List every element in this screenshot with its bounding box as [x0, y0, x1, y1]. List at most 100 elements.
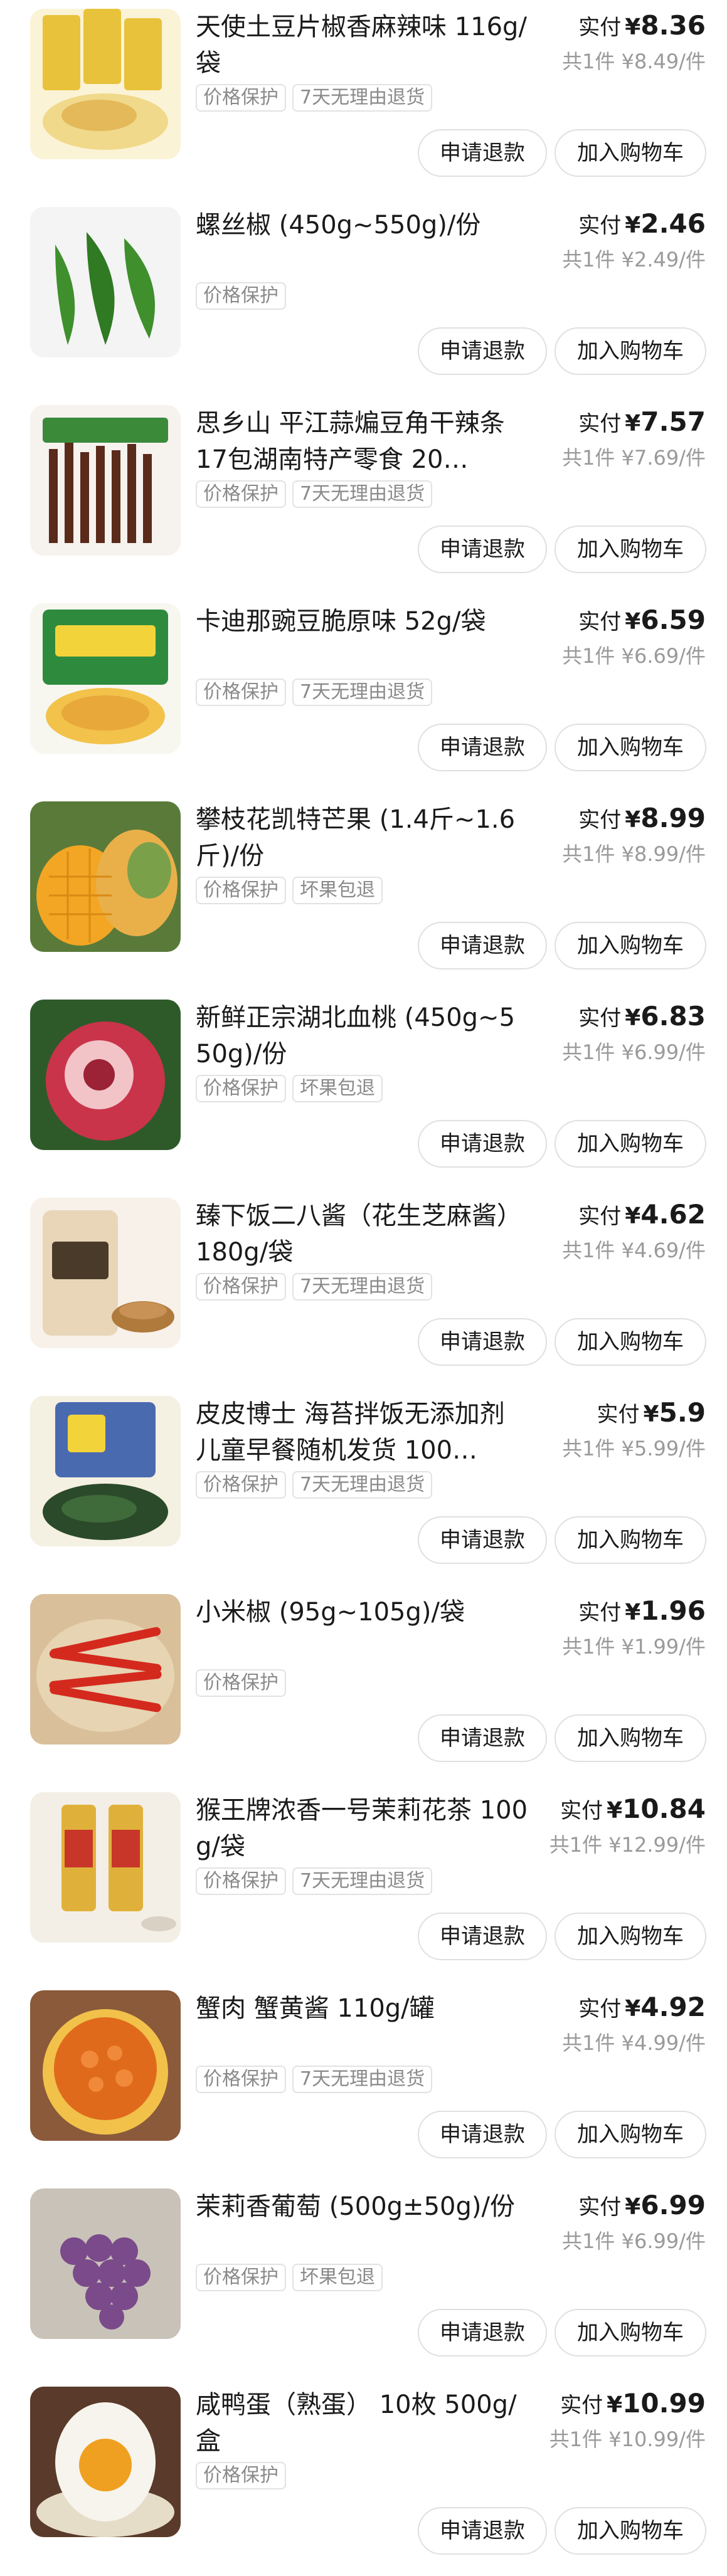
- product-title[interactable]: 咸鸭蛋（熟蛋） 10枚 500g/盒: [196, 2387, 528, 2459]
- apply-refund-button[interactable]: 申请退款: [418, 1714, 547, 1762]
- currency-symbol: ¥: [625, 1005, 641, 1031]
- order-item[interactable]: 螺丝椒 (450g~550g)/份 价格保护 实付 ¥2.46 共1件 ¥2.49…: [0, 198, 727, 396]
- add-to-cart-button[interactable]: 加入购物车: [555, 1516, 706, 1564]
- apply-refund-button[interactable]: 申请退款: [418, 525, 547, 573]
- product-title[interactable]: 皮皮博士 海苔拌饭无添加剂儿童早餐随机发货 100…: [196, 1396, 528, 1469]
- product-title[interactable]: 卡迪那豌豆脆原味 52g/袋: [196, 603, 528, 640]
- grapes-icon[interactable]: [30, 2188, 181, 2339]
- currency-symbol: ¥: [625, 411, 641, 436]
- product-title[interactable]: 小米椒 (95g~105g)/袋: [196, 1594, 528, 1630]
- order-item[interactable]: 皮皮博士 海苔拌饭无添加剂儿童早餐随机发货 100… 价格保护 7天无理由退货 实…: [0, 1387, 727, 1585]
- seaweed-icon[interactable]: [30, 1396, 181, 1546]
- order-item[interactable]: 小米椒 (95g~105g)/袋 价格保护 实付 ¥1.96 共1件 ¥1.99/…: [0, 1585, 727, 1783]
- actual-paid: 实付 ¥7.57: [562, 404, 706, 442]
- order-item[interactable]: 卡迪那豌豆脆原味 52g/袋 价格保护 7天无理由退货 实付 ¥6.59 共1件 ¥…: [0, 594, 727, 793]
- currency-symbol: ¥: [643, 1401, 659, 1427]
- apply-refund-button[interactable]: 申请退款: [418, 129, 547, 177]
- currency-symbol: ¥: [625, 213, 641, 238]
- green-pepper-icon[interactable]: [30, 207, 181, 357]
- apply-refund-button[interactable]: 申请退款: [418, 2111, 547, 2158]
- price-box: 实付 ¥8.36 共1件 ¥8.49/件: [562, 8, 706, 77]
- order-item[interactable]: 蟹肉 蟹黄酱 110g/罐 价格保护 7天无理由退货 实付 ¥4.92 共1件 ¥4…: [0, 1982, 727, 2180]
- price-box: 实付 ¥6.59 共1件 ¥6.69/件: [562, 602, 706, 672]
- service-tag: 价格保护: [196, 2066, 286, 2093]
- salted-egg-icon[interactable]: [30, 2387, 181, 2537]
- add-to-cart-button[interactable]: 加入购物车: [555, 2309, 706, 2357]
- add-to-cart-button[interactable]: 加入购物车: [555, 525, 706, 573]
- order-item[interactable]: 咸鸭蛋（熟蛋） 10枚 500g/盒 价格保护 实付 ¥10.99 共1件 ¥10…: [0, 2378, 727, 2576]
- actual-paid: 实付 ¥2.46: [562, 206, 706, 244]
- crab-sauce-icon[interactable]: [30, 1990, 181, 2141]
- jasmine-tea-icon[interactable]: [30, 1792, 181, 1943]
- add-to-cart-button[interactable]: 加入购物车: [555, 1120, 706, 1168]
- order-item[interactable]: 思乡山 平江蒜煸豆角干辣条 17包湖南特产零食 20… 价格保护 7天无理由退货 …: [0, 396, 727, 594]
- service-tags: 价格保护 坏果包退: [196, 877, 383, 904]
- actual-paid: 实付 ¥10.84: [549, 1791, 706, 1829]
- product-title[interactable]: 天使土豆片椒香麻辣味 116g/袋: [196, 9, 528, 82]
- apply-refund-button[interactable]: 申请退款: [418, 327, 547, 375]
- service-tag: 坏果包退: [292, 1075, 383, 1102]
- quantity-unit-price: 共1件 ¥10.99/件: [549, 2427, 706, 2451]
- add-to-cart-button[interactable]: 加入购物车: [555, 1318, 706, 1366]
- actual-paid: 实付 ¥6.99: [562, 2187, 706, 2225]
- product-title[interactable]: 茉莉香葡萄 (500g±50g)/份: [196, 2188, 528, 2225]
- price-box: 实付 ¥6.83 共1件 ¥6.99/件: [562, 998, 706, 1068]
- actual-paid-label: 实付: [578, 213, 622, 238]
- actual-paid-amount: 8.99: [640, 803, 706, 833]
- product-title[interactable]: 蟹肉 蟹黄酱 110g/罐: [196, 1990, 528, 2027]
- actual-paid: 实付 ¥6.59: [562, 602, 706, 640]
- service-tag: 价格保护: [196, 1867, 286, 1895]
- actual-paid-label: 实付: [578, 15, 622, 40]
- product-title[interactable]: 螺丝椒 (450g~550g)/份: [196, 207, 528, 243]
- add-to-cart-button[interactable]: 加入购物车: [555, 327, 706, 375]
- product-title[interactable]: 臻下饭二八酱（花生芝麻酱） 180g/袋: [196, 1198, 528, 1270]
- add-to-cart-button[interactable]: 加入购物车: [555, 724, 706, 771]
- apply-refund-button[interactable]: 申请退款: [418, 1120, 547, 1168]
- order-item[interactable]: 茉莉香葡萄 (500g±50g)/份 价格保护 坏果包退 实付 ¥6.99 共1件 …: [0, 2180, 727, 2378]
- apply-refund-button[interactable]: 申请退款: [418, 2507, 547, 2555]
- actual-paid-amount: 4.92: [640, 1992, 706, 2022]
- product-title[interactable]: 新鲜正宗湖北血桃 (450g~550g)/份: [196, 1000, 528, 1072]
- order-item[interactable]: 攀枝花凯特芒果 (1.4斤~1.6斤)/份 价格保护 坏果包退 实付 ¥8.99 共…: [0, 793, 727, 991]
- apply-refund-button[interactable]: 申请退款: [418, 1913, 547, 1960]
- blood-peach-icon[interactable]: [30, 1000, 181, 1150]
- actual-paid-label: 实付: [578, 1600, 622, 1625]
- order-item[interactable]: 新鲜正宗湖北血桃 (450g~550g)/份 价格保护 坏果包退 实付 ¥6.83 …: [0, 991, 727, 1189]
- price-box: 实付 ¥4.92 共1件 ¥4.99/件: [562, 1989, 706, 2059]
- sesame-paste-icon[interactable]: [30, 1198, 181, 1348]
- mango-icon[interactable]: [30, 801, 181, 952]
- spicy-strips-icon[interactable]: [30, 405, 181, 556]
- service-tag: 价格保护: [196, 1273, 286, 1301]
- product-title[interactable]: 思乡山 平江蒜煸豆角干辣条 17包湖南特产零食 20…: [196, 405, 528, 478]
- add-to-cart-button[interactable]: 加入购物车: [555, 1714, 706, 1762]
- apply-refund-button[interactable]: 申请退款: [418, 922, 547, 969]
- order-item[interactable]: 天使土豆片椒香麻辣味 116g/袋 价格保护 7天无理由退货 实付 ¥8.36 共1…: [0, 0, 727, 198]
- add-to-cart-button[interactable]: 加入购物车: [555, 922, 706, 969]
- service-tag: 价格保护: [196, 84, 286, 112]
- apply-refund-button[interactable]: 申请退款: [418, 2309, 547, 2357]
- apply-refund-button[interactable]: 申请退款: [418, 1318, 547, 1366]
- product-title[interactable]: 猴王牌浓香一号茉莉花茶 100g/袋: [196, 1792, 528, 1865]
- service-tags: 价格保护 7天无理由退货: [196, 84, 433, 112]
- order-item[interactable]: 猴王牌浓香一号茉莉花茶 100g/袋 价格保护 7天无理由退货 实付 ¥10.84 …: [0, 1783, 727, 1982]
- add-to-cart-button[interactable]: 加入购物车: [555, 2507, 706, 2555]
- service-tags: 价格保护 7天无理由退货: [196, 678, 433, 706]
- price-box: 实付 ¥7.57 共1件 ¥7.69/件: [562, 404, 706, 473]
- actual-paid: 实付 ¥8.99: [562, 800, 706, 838]
- apply-refund-button[interactable]: 申请退款: [418, 724, 547, 771]
- quantity-unit-price: 共1件 ¥4.69/件: [562, 1238, 706, 1262]
- actual-paid-amount: 10.84: [622, 1793, 706, 1824]
- add-to-cart-button[interactable]: 加入购物车: [555, 1913, 706, 1960]
- product-title[interactable]: 攀枝花凯特芒果 (1.4斤~1.6斤)/份: [196, 801, 528, 874]
- quantity-unit-price: 共1件 ¥1.99/件: [562, 1635, 706, 1659]
- add-to-cart-button[interactable]: 加入购物车: [555, 2111, 706, 2158]
- apply-refund-button[interactable]: 申请退款: [418, 1516, 547, 1564]
- pea-snack-icon[interactable]: [30, 603, 181, 754]
- service-tag: 坏果包退: [292, 877, 383, 904]
- red-chili-icon[interactable]: [30, 1594, 181, 1745]
- quantity-unit-price: 共1件 ¥6.99/件: [562, 2229, 706, 2253]
- order-item[interactable]: 臻下饭二八酱（花生芝麻酱） 180g/袋 价格保护 7天无理由退货 实付 ¥4.62…: [0, 1189, 727, 1387]
- service-tags: 价格保护: [196, 2462, 286, 2489]
- potato-chips-icon[interactable]: [30, 9, 181, 159]
- add-to-cart-button[interactable]: 加入购物车: [555, 129, 706, 177]
